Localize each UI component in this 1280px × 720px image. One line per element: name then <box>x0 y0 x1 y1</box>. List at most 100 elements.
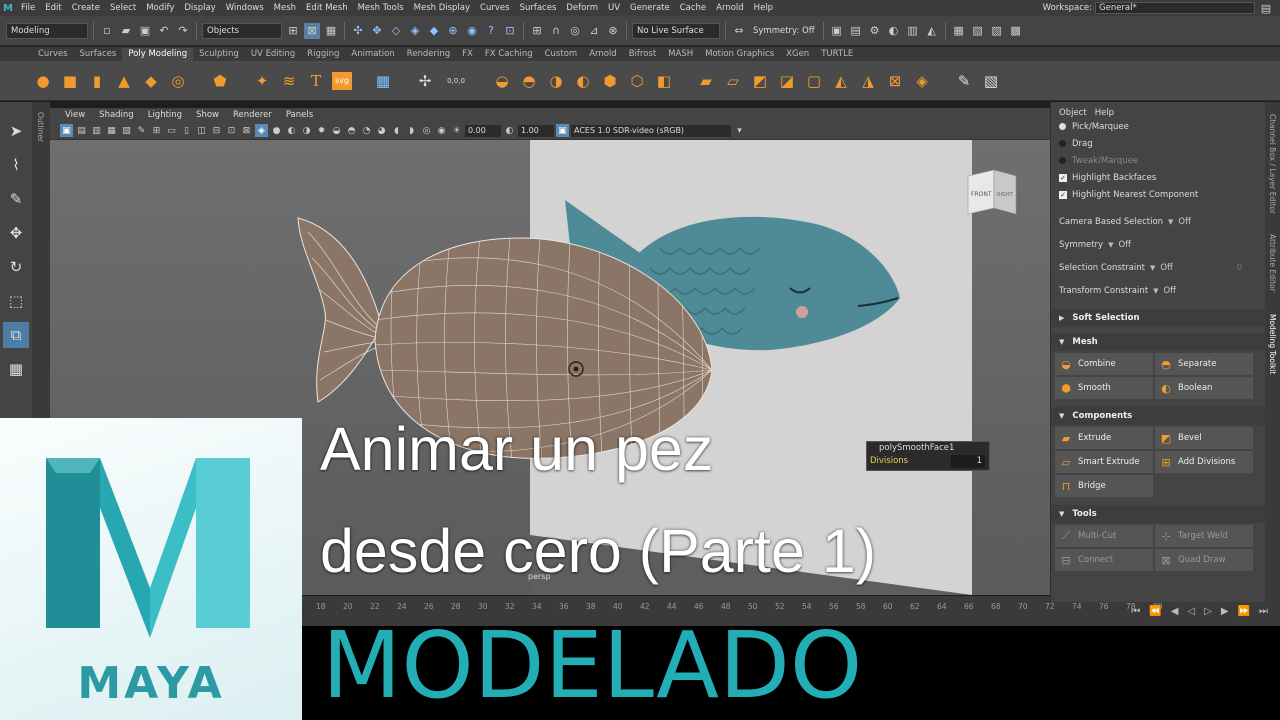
channel-box-tab[interactable]: Channel Box / Layer Editor <box>1268 114 1277 214</box>
smooth-shelf-icon[interactable]: ⬢ <box>599 70 621 92</box>
use-all-lights-icon[interactable]: ✹ <box>315 124 328 137</box>
lasso-tool-icon[interactable]: ⌇ <box>3 152 29 178</box>
tools-section-header[interactable]: ▼ Tools <box>1051 505 1265 523</box>
menu-deform[interactable]: Deform <box>561 3 603 13</box>
move-tool-icon[interactable]: ✥ <box>3 220 29 246</box>
exposure-field[interactable]: 0.00 <box>465 124 501 137</box>
arnold-render-icon[interactable]: ◭ <box>924 23 940 39</box>
modeling-toolkit-tab[interactable]: Modeling Toolkit <box>1268 314 1277 374</box>
selection-constraint-row[interactable]: Selection Constraint ▼ Off 0 <box>1051 259 1265 276</box>
viewport-menu-panels[interactable]: Panels <box>279 110 320 120</box>
render-frame-icon[interactable]: ▣ <box>829 23 845 39</box>
view-transform-dropdown[interactable]: ACES 1.0 SDR-video (sRGB) <box>571 124 731 137</box>
play-backwards-icon[interactable]: ◁ <box>1187 606 1195 617</box>
fill-hole-shelf-icon[interactable]: ▢ <box>803 70 825 92</box>
type-text-icon[interactable]: T <box>305 70 327 92</box>
menu-surfaces[interactable]: Surfaces <box>515 3 562 13</box>
gamma-icon[interactable]: ◐ <box>503 124 516 137</box>
menu-uv[interactable]: UV <box>603 3 625 13</box>
svg-tool-icon[interactable]: svg <box>332 71 352 90</box>
outliner-tab[interactable]: Outliner <box>32 102 50 422</box>
render-settings-icon[interactable]: ⚙ <box>867 23 883 39</box>
2d-pan-zoom-icon[interactable]: ▧ <box>120 124 133 137</box>
component-mode-icon[interactable]: ▦ <box>323 23 339 39</box>
drag-option[interactable]: Drag <box>1051 135 1265 152</box>
mesh-section-header[interactable]: ▼ Mesh <box>1051 333 1265 351</box>
menu-cache[interactable]: Cache <box>675 3 711 13</box>
snap-curve-icon[interactable]: ∩ <box>548 23 564 39</box>
poly-cube-icon[interactable]: ■ <box>59 70 81 92</box>
use-default-material-icon[interactable]: ◐ <box>285 124 298 137</box>
isolate-select-icon[interactable]: ◗ <box>405 124 418 137</box>
camera-attributes-icon[interactable]: ▤ <box>75 124 88 137</box>
shelf-tab-mash[interactable]: MASH <box>662 48 699 61</box>
quad-draw-shelf-icon[interactable]: ⊠ <box>884 70 906 92</box>
step-forward-frame-icon[interactable]: ▶ <box>1221 606 1229 617</box>
exposure-icon[interactable]: ☀ <box>450 124 463 137</box>
poly-plane-icon[interactable]: ◆ <box>140 70 162 92</box>
layout-four-view-icon[interactable]: ▦ <box>3 356 29 382</box>
shelf-tab-bifrost[interactable]: Bifrost <box>623 48 662 61</box>
select-handles-icon[interactable]: ✣ <box>350 23 366 39</box>
select-deform-icon[interactable]: ◆ <box>426 23 442 39</box>
menu-curves[interactable]: Curves <box>475 3 515 13</box>
xray-icon[interactable]: ◎ <box>420 124 433 137</box>
tweak-marquee-option[interactable]: Tweak/Marquee <box>1051 152 1265 169</box>
paint-select-tool-icon[interactable]: ✎ <box>3 186 29 212</box>
lock-selection-icon[interactable]: ⊡ <box>502 23 518 39</box>
toolkit-menu-help[interactable]: Help <box>1095 108 1114 118</box>
hypershade-icon[interactable]: ◐ <box>886 23 902 39</box>
shelf-tab-arnold[interactable]: Arnold <box>583 48 623 61</box>
toggle-sidebar-icon[interactable]: ▧ <box>970 23 986 39</box>
extrude-shelf-icon[interactable]: ▰ <box>695 70 717 92</box>
viewport-menu-shading[interactable]: Shading <box>92 110 141 120</box>
divisions-field[interactable]: 1 <box>951 455 985 468</box>
pick-marquee-option[interactable]: Pick/Marquee <box>1051 118 1265 135</box>
anti-aliasing-icon[interactable]: ◕ <box>375 124 388 137</box>
shelf-tab-poly-modeling[interactable]: Poly Modeling <box>122 48 194 61</box>
film-gate-icon[interactable]: ▭ <box>165 124 178 137</box>
toggle-channel-box-icon[interactable]: ▨ <box>989 23 1005 39</box>
menu-file[interactable]: File <box>16 3 40 13</box>
wireframe-on-shaded-icon[interactable]: ◈ <box>255 124 268 137</box>
layout-single-view-icon[interactable]: ⧉ <box>3 322 29 348</box>
image-plane-icon[interactable]: ▦ <box>105 124 118 137</box>
extrude-button[interactable]: ▰ Extrude <box>1055 427 1153 449</box>
workspace-lock-icon[interactable]: ▤ <box>1258 0 1274 16</box>
ipr-render-icon[interactable]: ▤ <box>848 23 864 39</box>
gamma-field[interactable]: 1.00 <box>518 124 554 137</box>
boolean-button[interactable]: ◐ Boolean <box>1155 377 1253 399</box>
uv-editor-icon[interactable]: ▧ <box>980 70 1002 92</box>
shelf-tab-animation[interactable]: Animation <box>345 48 400 61</box>
step-forward-key-icon[interactable]: ⏩ <box>1238 606 1250 617</box>
select-camera-icon[interactable]: ▣ <box>60 124 73 137</box>
resolution-gate-icon[interactable]: ▯ <box>180 124 193 137</box>
transform-pivot-icon[interactable]: ✢ <box>414 70 436 92</box>
snap-grid-icon[interactable]: ⊞ <box>529 23 545 39</box>
menu-generate[interactable]: Generate <box>625 3 675 13</box>
viewport-menu-view[interactable]: View <box>58 110 92 120</box>
color-management-icon[interactable]: ▣ <box>556 124 569 137</box>
poly-cylinder-icon[interactable]: ▮ <box>86 70 108 92</box>
camera-based-selection-row[interactable]: Camera Based Selection ▼ Off <box>1051 213 1265 230</box>
ambient-occlusion-icon[interactable]: ◓ <box>345 124 358 137</box>
edge-loop-shelf-icon[interactable]: ◈ <box>911 70 933 92</box>
menu-mesh-display[interactable]: Mesh Display <box>409 3 475 13</box>
gate-mask-icon[interactable]: ◫ <box>195 124 208 137</box>
booleans-shelf-icon[interactable]: ◐ <box>572 70 594 92</box>
shelf-tab-turtle[interactable]: TURTLE <box>815 48 859 61</box>
select-curves-icon[interactable]: ◇ <box>388 23 404 39</box>
separate-shelf-icon[interactable]: ◓ <box>518 70 540 92</box>
shelf-tab-custom[interactable]: Custom <box>539 48 584 61</box>
menu-modify[interactable]: Modify <box>141 3 179 13</box>
live-surface-field[interactable]: No Live Surface <box>632 22 720 39</box>
menu-edit-mesh[interactable]: Edit Mesh <box>301 3 353 13</box>
bookmarks-icon[interactable]: ▥ <box>90 124 103 137</box>
bridge-button[interactable]: ⊓ Bridge <box>1055 475 1153 497</box>
combine-button[interactable]: ◒ Combine <box>1055 353 1153 375</box>
hierarchy-mode-icon[interactable]: ⊞ <box>285 23 301 39</box>
symmetry-dropdown[interactable]: Symmetry: Off <box>750 26 818 36</box>
combine-shelf-icon[interactable]: ◒ <box>491 70 513 92</box>
append-shelf-icon[interactable]: ◪ <box>776 70 798 92</box>
quad-draw-button[interactable]: ⊠ Quad Draw <box>1155 549 1253 571</box>
